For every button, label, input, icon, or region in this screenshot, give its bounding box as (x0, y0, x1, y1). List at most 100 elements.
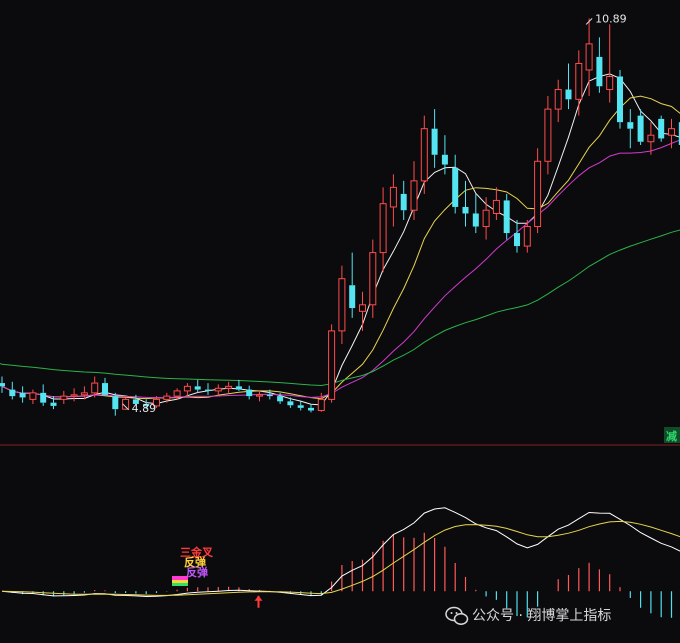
candle (431, 109, 438, 168)
candle-body (349, 285, 356, 309)
candle (585, 18, 593, 97)
candle-body (256, 394, 263, 397)
candle-body (297, 405, 304, 408)
candle-body (70, 394, 78, 397)
candle-body (514, 233, 520, 247)
candle (617, 69, 623, 129)
candle-body (112, 396, 119, 410)
candle (544, 96, 552, 175)
candle-body (441, 154, 448, 165)
candle-body (637, 115, 644, 142)
candle (60, 390, 68, 404)
candle-body (0, 383, 5, 387)
candle-body (369, 252, 377, 306)
candle-body (359, 304, 366, 312)
candle-body (338, 278, 346, 332)
candle-body (266, 394, 273, 397)
stock-chart: 4.89 10.89 减 三金叉 反弹 反弹 公众号 · 翔博掌上指标 (0, 12, 680, 625)
wechat-icon (445, 606, 469, 625)
candle-body (328, 330, 336, 400)
candle (420, 115, 428, 194)
candle (246, 385, 253, 400)
candle (256, 390, 263, 402)
chart-stage: 4.89 10.89 减 三金叉 反弹 反弹 公众号 · 翔博掌上指标 (0, 0, 680, 643)
candle (9, 381, 16, 400)
watermark: 公众号 · 翔博掌上指标 (445, 606, 611, 625)
candle-body (534, 160, 542, 228)
candle-body (277, 396, 284, 402)
candle-body (379, 203, 387, 254)
signal-label-3: 反弹 (186, 565, 208, 579)
candle (359, 291, 366, 331)
candle (627, 109, 634, 149)
candle-body (658, 118, 665, 139)
candle (472, 193, 479, 234)
candle (102, 377, 108, 397)
ma-line-20 (1, 139, 680, 399)
candle (29, 389, 37, 404)
candle (349, 252, 356, 318)
candle (637, 109, 644, 145)
candle (389, 174, 397, 227)
candle-body (606, 75, 614, 91)
candle (482, 197, 490, 240)
candle (205, 383, 211, 395)
candle-body (163, 395, 171, 400)
candle (122, 397, 130, 410)
candle (503, 193, 510, 240)
candle-body (452, 167, 459, 207)
candle-body (102, 383, 108, 395)
candle-body (668, 128, 675, 136)
signal-arrow-head (254, 595, 263, 601)
candle-body (462, 206, 469, 214)
macd-panel (1, 507, 680, 618)
candle-body (246, 389, 253, 397)
candle (183, 383, 191, 397)
candle-body (389, 186, 397, 208)
candle-body (575, 62, 583, 100)
signal-block-3 (172, 583, 188, 586)
candle-body (80, 392, 88, 396)
candle (606, 24, 614, 103)
corner-tag[interactable]: 减 (664, 427, 680, 443)
candle (514, 220, 520, 253)
candlestick-panel (0, 18, 680, 416)
candle-body (60, 395, 68, 400)
candle (596, 37, 603, 93)
candle-body (308, 407, 314, 411)
candle-body (492, 199, 500, 214)
candle (40, 384, 47, 406)
candle (112, 392, 119, 416)
corner-tag-label: 减 (666, 429, 677, 443)
candle (492, 187, 500, 220)
signal-stack: 三金叉 反弹 反弹 (172, 545, 214, 586)
candle (462, 180, 469, 227)
candle (338, 265, 346, 344)
candle-body (173, 390, 181, 397)
candle-body (585, 43, 593, 71)
low-price-label: 4.89 (132, 402, 157, 415)
candle-body (420, 128, 428, 182)
candle-body (317, 398, 325, 411)
signal-block-1 (172, 576, 188, 580)
signal-arrow (254, 595, 263, 608)
candle-body (19, 392, 26, 398)
candle-body (91, 382, 99, 394)
candle (554, 79, 562, 123)
candle (194, 379, 201, 393)
candle (400, 180, 407, 220)
signal-block-2 (172, 580, 188, 583)
candle-body (9, 389, 16, 397)
candle (70, 388, 78, 402)
candle-body (225, 385, 233, 389)
candle-body (565, 89, 572, 100)
candle-body (214, 387, 222, 392)
candle-body (627, 122, 634, 129)
candle-body (410, 180, 418, 211)
candle-body (205, 389, 211, 391)
candle-body (235, 386, 242, 390)
candle (534, 148, 542, 234)
high-price-label: 10.89 (595, 12, 627, 25)
candle-body (194, 386, 201, 390)
watermark-text: 公众号 · 翔博掌上指标 (472, 607, 611, 624)
